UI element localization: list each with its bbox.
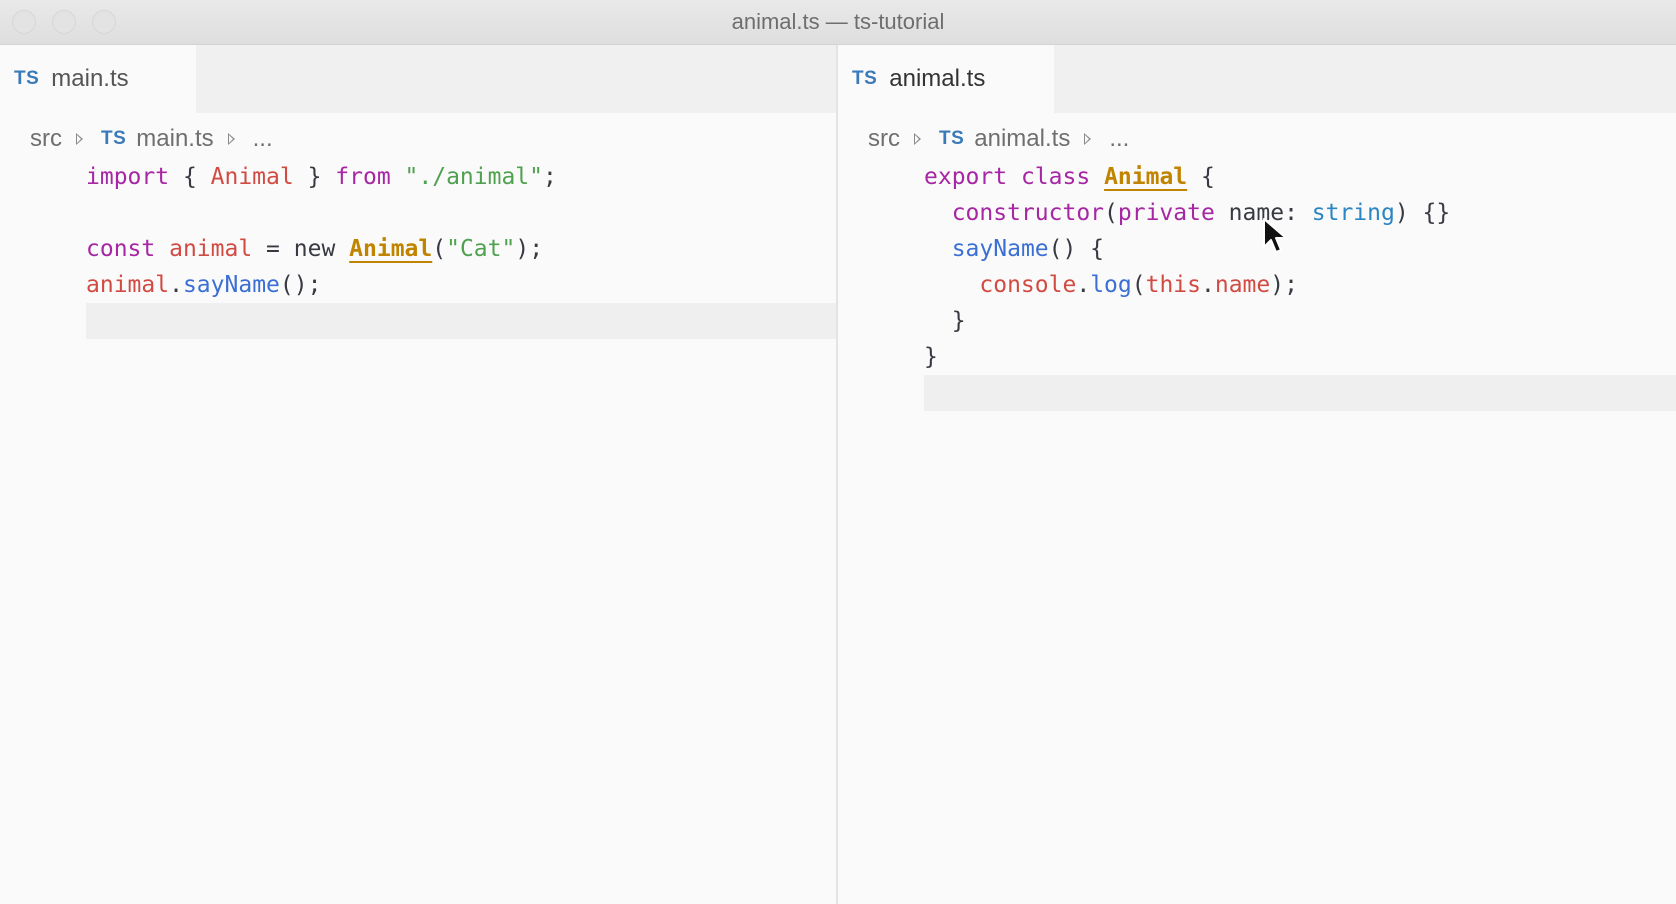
- code-line: sayName() {: [951, 236, 1105, 262]
- highlighted-symbol[interactable]: Animal: [349, 236, 432, 262]
- current-line: [86, 303, 836, 339]
- code-line: animal.sayName();: [86, 272, 322, 298]
- current-line: [924, 375, 1676, 411]
- typescript-file-icon: TS: [939, 128, 965, 149]
- code-line: export class Animal {: [924, 164, 1215, 190]
- typescript-file-icon: TS: [14, 68, 40, 89]
- title-bar: animal.ts — ts-tutorial: [0, 0, 1676, 45]
- tab-animal-ts[interactable]: TS animal.ts: [838, 45, 1054, 113]
- code-line: import { Animal } from "./animal";: [86, 164, 557, 190]
- window-title: animal.ts — ts-tutorial: [731, 9, 945, 34]
- breadcrumb-file[interactable]: main.ts: [136, 125, 213, 153]
- code-line: }: [924, 308, 966, 334]
- breadcrumb-file[interactable]: animal.ts: [974, 125, 1070, 153]
- tab-bar-left: TS main.ts: [0, 45, 836, 113]
- code-line: }: [924, 344, 938, 370]
- breadcrumb-folder-src[interactable]: src: [868, 125, 900, 153]
- chevron-right-icon: [1084, 133, 1092, 145]
- typescript-file-icon: TS: [101, 128, 127, 149]
- code-line: constructor(private name: string) {}: [951, 200, 1451, 226]
- highlighted-symbol[interactable]: Animal: [1104, 164, 1187, 190]
- chevron-right-icon: [914, 133, 921, 145]
- breadcrumb-left: src TS main.ts ...: [30, 123, 273, 155]
- code-editor-left[interactable]: import { Animal } from "./animal"; const…: [86, 159, 836, 339]
- tab-label: animal.ts: [889, 65, 986, 92]
- tab-label: main.ts: [51, 65, 129, 92]
- chevron-right-icon: [227, 133, 235, 145]
- tab-main-ts[interactable]: TS main.ts: [0, 45, 196, 113]
- breadcrumb-symbols[interactable]: ...: [253, 125, 273, 153]
- breadcrumb-right: src TS animal.ts ...: [868, 123, 1129, 155]
- breadcrumb-folder-src[interactable]: src: [30, 125, 62, 153]
- breadcrumb-symbols[interactable]: ...: [1109, 125, 1129, 153]
- mouse-pointer-icon: [1263, 218, 1287, 253]
- editor-window: animal.ts — ts-tutorial TS main.ts src T…: [0, 0, 1676, 904]
- tab-bar-right: TS animal.ts: [838, 45, 1676, 113]
- editor-group-right: TS animal.ts src TS animal.ts ... export…: [838, 45, 1676, 904]
- typescript-file-icon: TS: [852, 68, 878, 89]
- code-line: console.log(this.name);: [979, 272, 1298, 298]
- editor-group-left: TS main.ts src TS main.ts ... import { A…: [0, 45, 836, 904]
- code-line: const animal = new Animal("Cat");: [86, 236, 544, 262]
- code-editor-right[interactable]: export class Animal { constructor(privat…: [924, 159, 1676, 411]
- chevron-right-icon: [76, 133, 83, 145]
